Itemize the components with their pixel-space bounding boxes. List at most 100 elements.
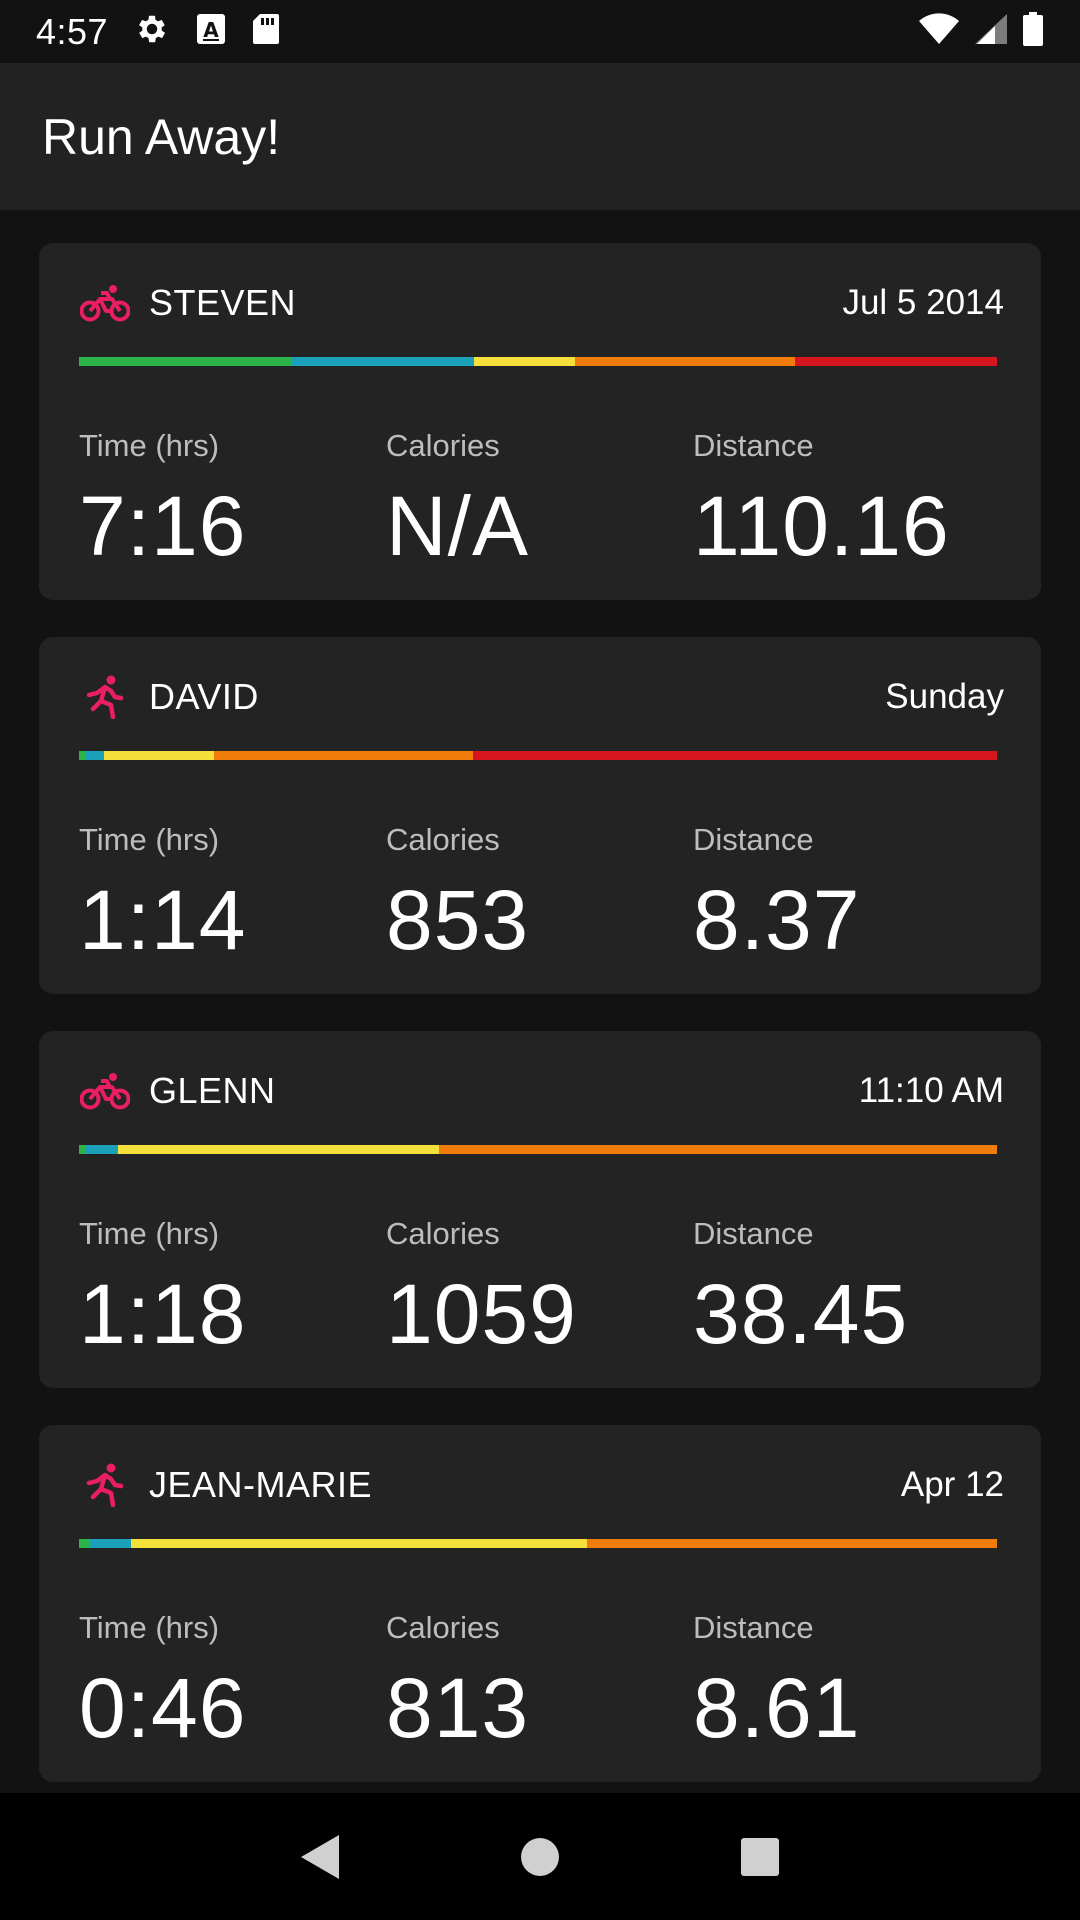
activity-date: 11:10 AM: [858, 1071, 1004, 1110]
stat-block: Calories N/A: [386, 428, 693, 568]
stat-value: 0:46: [79, 1661, 247, 1755]
stat-block: Time (hrs) 7:16: [79, 428, 386, 568]
activity-list[interactable]: STEVEN Jul 5 2014 Time (hrs) 7:16 Calories N/…: [0, 210, 1080, 1793]
zone-segment-4: [586, 1539, 997, 1548]
stat-block: Distance 8.37: [693, 822, 1000, 962]
stat-value: 1:14: [79, 873, 247, 967]
heart-rate-zone-bar: [79, 1145, 997, 1154]
zone-segment-4: [213, 751, 473, 760]
activity-card[interactable]: GLENN 11:10 AM Time (hrs) 1:18 Calories 1059 D…: [39, 1031, 1041, 1388]
card-title-group: GLENN: [79, 1065, 276, 1117]
stat-label: Calories: [386, 822, 500, 857]
run-icon: [79, 1459, 131, 1511]
card-header: JEAN-MARIE Apr 12: [79, 1455, 1004, 1515]
battery-icon: [1022, 12, 1044, 51]
status-time: 4:57: [36, 10, 109, 52]
stat-block: Distance 8.61: [693, 1610, 1000, 1750]
activity-card[interactable]: STEVEN Jul 5 2014 Time (hrs) 7:16 Calories N/…: [39, 243, 1041, 600]
stat-value: 7:16: [79, 479, 247, 573]
stat-block: Calories 813: [386, 1610, 693, 1750]
activity-date: Jul 5 2014: [842, 283, 1004, 322]
stat-value: N/A: [386, 479, 530, 573]
stat-value: 38.45: [693, 1267, 909, 1361]
font-a-icon: A: [196, 13, 226, 50]
runner-name: JEAN-MARIE: [149, 1464, 373, 1505]
zone-segment-2: [85, 751, 104, 760]
activity-card[interactable]: JEAN-MARIE Apr 12 Time (hrs) 0:46 Calories 81…: [39, 1425, 1041, 1782]
stat-value: 8.61: [693, 1661, 861, 1755]
stat-value: 110.16: [693, 479, 950, 573]
stat-block: Time (hrs) 1:18: [79, 1216, 386, 1356]
zone-segment-2: [86, 1145, 118, 1154]
run-icon: [79, 671, 131, 723]
runner-name: GLENN: [149, 1070, 276, 1111]
stat-value: 813: [386, 1661, 530, 1755]
stats-row: Time (hrs) 1:14 Calories 853 Distance 8.37: [79, 822, 1001, 962]
heart-rate-zone-bar: [79, 357, 997, 366]
stat-label: Distance: [693, 822, 814, 857]
activity-date: Sunday: [885, 677, 1004, 716]
bike-icon: [79, 277, 131, 329]
stat-value: 853: [386, 873, 530, 967]
back-icon[interactable]: [290, 1827, 350, 1887]
stat-label: Time (hrs): [79, 1610, 220, 1645]
zone-segment-3: [473, 357, 575, 366]
stat-label: Time (hrs): [79, 1216, 220, 1251]
zone-segment-1: [79, 1145, 87, 1154]
stat-block: Distance 38.45: [693, 1216, 1000, 1356]
stats-row: Time (hrs) 7:16 Calories N/A Distance 110.16: [79, 428, 1001, 568]
stat-value: 8.37: [693, 873, 861, 967]
card-header: STEVEN Jul 5 2014: [79, 273, 1004, 333]
recents-icon[interactable]: [730, 1827, 790, 1887]
status-bar: 4:57 A: [0, 0, 1080, 63]
stat-label: Distance: [693, 1610, 814, 1645]
app-bar: Run Away!: [0, 63, 1080, 210]
heart-rate-zone-bar: [79, 1539, 997, 1548]
stat-block: Calories 1059: [386, 1216, 693, 1356]
activity-date: Apr 12: [900, 1465, 1004, 1504]
zone-segment-3: [117, 1145, 439, 1154]
stat-label: Time (hrs): [79, 428, 220, 463]
zone-segment-5: [795, 357, 997, 366]
card-header: DAVID Sunday: [79, 667, 1004, 727]
stat-block: Distance 110.16: [693, 428, 1000, 568]
card-header: GLENN 11:10 AM: [79, 1061, 1004, 1121]
activity-card[interactable]: DAVID Sunday Time (hrs) 1:14 Calories 853 Dist…: [39, 637, 1041, 994]
card-title-group: DAVID: [79, 671, 259, 723]
stat-value: 1059: [386, 1267, 577, 1361]
gear-icon: [134, 11, 170, 52]
zone-segment-1: [79, 357, 292, 366]
sd-card-icon: [252, 13, 280, 50]
stats-row: Time (hrs) 1:18 Calories 1059 Distance 38.45: [79, 1216, 1001, 1356]
stat-label: Calories: [386, 1610, 500, 1645]
stat-block: Time (hrs) 0:46: [79, 1610, 386, 1750]
home-icon[interactable]: [510, 1827, 570, 1887]
zone-segment-1: [79, 1539, 91, 1548]
svg-text:A: A: [203, 18, 219, 42]
stat-label: Distance: [693, 428, 814, 463]
stat-label: Calories: [386, 428, 500, 463]
app-title: Run Away!: [42, 108, 281, 165]
zone-segment-4: [574, 357, 795, 366]
stat-label: Time (hrs): [79, 822, 220, 857]
zone-segment-2: [90, 1539, 132, 1548]
stats-row: Time (hrs) 0:46 Calories 813 Distance 8.61: [79, 1610, 1001, 1750]
zone-segment-3: [131, 1539, 587, 1548]
zone-segment-4: [438, 1145, 997, 1154]
bike-icon: [79, 1065, 131, 1117]
zone-segment-3: [103, 751, 214, 760]
stat-block: Time (hrs) 1:14: [79, 822, 386, 962]
heart-rate-zone-bar: [79, 751, 997, 760]
wifi-icon: [918, 13, 960, 50]
stat-label: Distance: [693, 1216, 814, 1251]
runner-name: DAVID: [149, 676, 259, 717]
runner-name: STEVEN: [149, 282, 297, 323]
navigation-bar: [0, 1793, 1080, 1920]
card-title-group: JEAN-MARIE: [79, 1459, 372, 1511]
stat-label: Calories: [386, 1216, 500, 1251]
stat-value: 1:18: [79, 1267, 247, 1361]
card-title-group: STEVEN: [79, 277, 296, 329]
zone-segment-2: [291, 357, 474, 366]
cell-signal-icon: [974, 13, 1008, 50]
zone-segment-5: [472, 751, 997, 760]
